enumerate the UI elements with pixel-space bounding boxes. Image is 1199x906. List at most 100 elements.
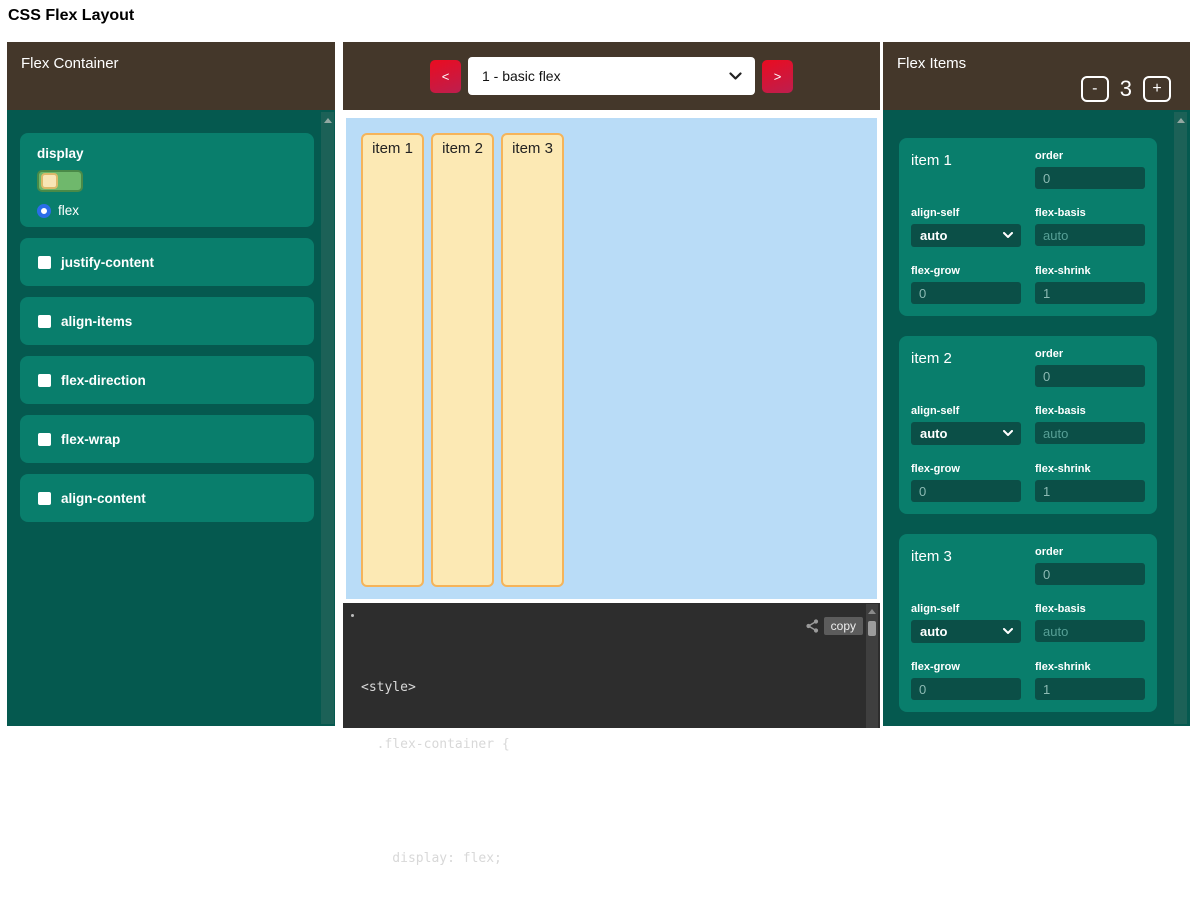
code-line: display: flex;: [361, 849, 510, 868]
item-1-title: item 1: [911, 150, 1021, 189]
page-title: CSS Flex Layout: [8, 7, 134, 25]
example-select[interactable]: 1 - basic flex: [468, 57, 755, 95]
item-2-flex-shrink-input[interactable]: [1035, 480, 1145, 502]
right-panel-scrollbar[interactable]: [1174, 112, 1187, 724]
flex-basis-label: flex-basis: [1035, 603, 1145, 615]
display-toggle[interactable]: [37, 170, 83, 192]
scroll-up-arrow-icon[interactable]: [1177, 118, 1185, 123]
item-3-order-input[interactable]: [1035, 563, 1145, 585]
item-1-order-input[interactable]: [1035, 167, 1145, 189]
code-scrollbar[interactable]: [866, 604, 878, 728]
align-content-card: align-content: [20, 474, 314, 522]
flex-items-panel: Flex Items - 3 + item 1 order align-self…: [883, 42, 1190, 726]
align-items-checkbox[interactable]: [38, 315, 51, 328]
scroll-up-arrow-icon[interactable]: [324, 118, 332, 123]
flex-items-panel-header: Flex Items - 3 +: [883, 42, 1190, 110]
justify-content-card: justify-content: [20, 238, 314, 286]
prev-example-button[interactable]: <: [430, 60, 461, 93]
flex-preview-container: item 1 item 2 item 3: [346, 118, 877, 599]
item-count-stepper: - 3 +: [1081, 76, 1171, 102]
copy-button[interactable]: copy: [824, 617, 863, 635]
flex-direction-checkbox[interactable]: [38, 374, 51, 387]
flex-container-panel: Flex Container display flex justify-cont…: [7, 42, 335, 726]
item-2-card: item 2 order align-self auto flex-basis: [899, 336, 1157, 514]
item-3-flex-grow-input[interactable]: [911, 678, 1021, 700]
flex-wrap-card: flex-wrap: [20, 415, 314, 463]
item-3-title: item 3: [911, 546, 1021, 585]
code-line: [361, 792, 510, 811]
flex-shrink-label: flex-shrink: [1035, 463, 1145, 475]
align-self-label: align-self: [911, 603, 1021, 615]
preview-item-2: item 2: [431, 133, 494, 587]
item-3-align-self-select[interactable]: auto: [911, 620, 1021, 643]
item-3-flex-shrink-input[interactable]: [1035, 678, 1145, 700]
item-2-title: item 2: [911, 348, 1021, 387]
left-panel-scrollbar[interactable]: [321, 112, 334, 724]
code-panel-dot: [351, 614, 354, 617]
decrease-items-button[interactable]: -: [1081, 76, 1109, 102]
align-items-label: align-items: [61, 314, 132, 329]
flex-radio-label: flex: [58, 203, 79, 218]
flex-direction-label: flex-direction: [61, 373, 146, 388]
align-self-label: align-self: [911, 405, 1021, 417]
flex-grow-label: flex-grow: [911, 463, 1021, 475]
chevron-down-icon: [1003, 628, 1013, 635]
order-label: order: [1035, 150, 1145, 162]
code-line: <style>: [361, 678, 510, 697]
item-2-order-input[interactable]: [1035, 365, 1145, 387]
align-self-value: auto: [920, 624, 947, 639]
next-example-button[interactable]: >: [762, 60, 793, 93]
item-count: 3: [1120, 76, 1132, 102]
flex-container-panel-body: display flex justify-content align-items…: [7, 110, 335, 726]
flex-wrap-checkbox[interactable]: [38, 433, 51, 446]
display-card: display flex: [20, 133, 314, 227]
justify-content-label: justify-content: [61, 255, 154, 270]
code-panel: copy <style> .flex-container { display: …: [343, 603, 880, 728]
code-scroll-up-arrow-icon[interactable]: [868, 609, 876, 614]
flex-radio[interactable]: [37, 204, 51, 218]
item-2-align-self-select[interactable]: auto: [911, 422, 1021, 445]
align-self-label: align-self: [911, 207, 1021, 219]
item-2-flex-basis-input[interactable]: [1035, 422, 1145, 444]
flex-grow-label: flex-grow: [911, 661, 1021, 673]
item-1-align-self-select[interactable]: auto: [911, 224, 1021, 247]
order-label: order: [1035, 348, 1145, 360]
display-toggle-knob[interactable]: [41, 173, 58, 189]
item-3-card: item 3 order align-self auto flex-basis: [899, 534, 1157, 712]
example-nav-header: < 1 - basic flex >: [343, 42, 880, 110]
share-icon[interactable]: [804, 618, 820, 634]
code-block: <style> .flex-container { display: flex;: [361, 640, 510, 906]
flex-items-panel-title: Flex Items: [897, 55, 966, 72]
display-label: display: [37, 146, 297, 161]
align-content-checkbox[interactable]: [38, 492, 51, 505]
chevron-down-icon: [1003, 430, 1013, 437]
justify-content-checkbox[interactable]: [38, 256, 51, 269]
flex-basis-label: flex-basis: [1035, 207, 1145, 219]
item-1-card: item 1 order align-self auto flex-basis: [899, 138, 1157, 316]
flex-shrink-label: flex-shrink: [1035, 661, 1145, 673]
item-3-flex-basis-input[interactable]: [1035, 620, 1145, 642]
flex-wrap-label: flex-wrap: [61, 432, 120, 447]
display-flex-radio-row: flex: [37, 203, 297, 218]
item-1-flex-grow-input[interactable]: [911, 282, 1021, 304]
code-line: .flex-container {: [361, 735, 510, 754]
increase-items-button[interactable]: +: [1143, 76, 1171, 102]
code-scrollbar-thumb[interactable]: [868, 621, 876, 636]
chevron-down-icon: [1003, 232, 1013, 239]
flex-direction-card: flex-direction: [20, 356, 314, 404]
preview-item-3: item 3: [501, 133, 564, 587]
flex-basis-label: flex-basis: [1035, 405, 1145, 417]
flex-grow-label: flex-grow: [911, 265, 1021, 277]
item-1-flex-basis-input[interactable]: [1035, 224, 1145, 246]
flex-container-panel-header: Flex Container: [7, 42, 335, 110]
item-2-flex-grow-input[interactable]: [911, 480, 1021, 502]
item-1-flex-shrink-input[interactable]: [1035, 282, 1145, 304]
order-label: order: [1035, 546, 1145, 558]
align-items-card: align-items: [20, 297, 314, 345]
align-self-value: auto: [920, 228, 947, 243]
align-self-value: auto: [920, 426, 947, 441]
flex-container-panel-title: Flex Container: [21, 55, 119, 72]
preview-item-1: item 1: [361, 133, 424, 587]
chevron-down-icon: [729, 72, 742, 81]
flex-shrink-label: flex-shrink: [1035, 265, 1145, 277]
